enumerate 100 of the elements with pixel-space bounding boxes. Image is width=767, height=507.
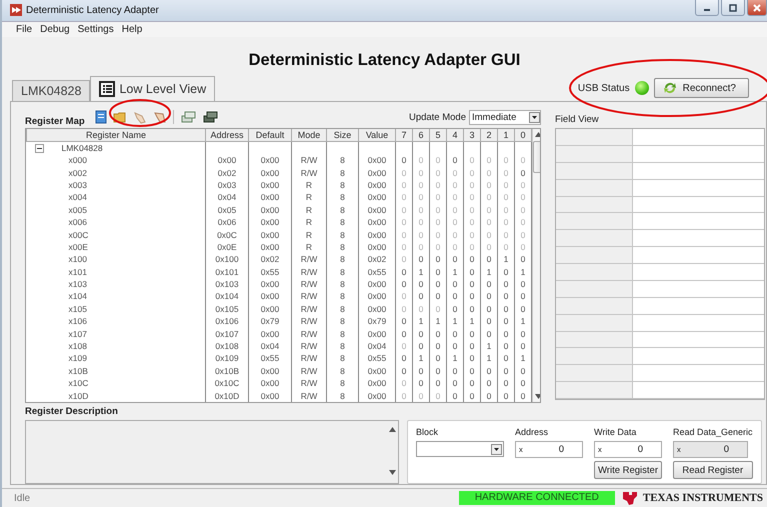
bit-cell[interactable]: 0 bbox=[464, 253, 480, 266]
bit-cell[interactable]: 0 bbox=[396, 327, 412, 340]
bit-cell[interactable]: 0 bbox=[430, 290, 446, 303]
bit-cell[interactable]: 1 bbox=[412, 352, 430, 365]
bit-cell[interactable]: 0 bbox=[480, 327, 498, 340]
bit-cell[interactable]: 0 bbox=[498, 389, 514, 402]
column-header[interactable]: 6 bbox=[412, 129, 430, 142]
bit-cell[interactable]: 1 bbox=[412, 266, 430, 278]
bit-cell[interactable]: 0 bbox=[446, 154, 464, 166]
column-header[interactable]: 5 bbox=[430, 129, 446, 142]
bit-cell[interactable]: 1 bbox=[446, 266, 464, 278]
bit-cell[interactable]: 0 bbox=[498, 352, 514, 365]
column-header[interactable]: 4 bbox=[446, 129, 464, 142]
bit-cell[interactable]: 0 bbox=[430, 253, 446, 266]
bit-cell[interactable]: 0 bbox=[480, 364, 498, 378]
bit-cell[interactable]: 0 bbox=[446, 290, 464, 303]
bit-cell[interactable]: 0 bbox=[498, 278, 514, 290]
bit-cell[interactable]: 0 bbox=[464, 364, 480, 378]
bit-cell[interactable]: 0 bbox=[480, 302, 498, 316]
bit-cell[interactable]: 0 bbox=[396, 364, 412, 378]
tree-node[interactable]: x006 bbox=[68, 217, 87, 228]
bit-cell[interactable]: 0 bbox=[446, 253, 464, 266]
bit-cell[interactable]: 0 bbox=[396, 315, 412, 328]
tree-node[interactable]: x107 bbox=[68, 328, 87, 339]
tree-node[interactable]: x104 bbox=[68, 291, 87, 302]
bit-cell[interactable]: 0 bbox=[498, 266, 514, 278]
tab[interactable]: LMK04828 bbox=[12, 80, 90, 101]
bit-cell[interactable]: 0 bbox=[498, 290, 514, 303]
bit-cell[interactable]: 0 bbox=[498, 302, 514, 316]
tree-node[interactable]: x105 bbox=[68, 304, 87, 314]
bit-cell[interactable]: 0 bbox=[480, 290, 498, 303]
tree-node[interactable]: x004 bbox=[68, 192, 87, 202]
tree-node[interactable]: x106 bbox=[68, 316, 87, 326]
bit-cell[interactable]: 0 bbox=[396, 266, 412, 278]
tree-node[interactable]: x108 bbox=[68, 341, 87, 352]
bit-cell[interactable]: 0 bbox=[498, 315, 514, 328]
column-header[interactable]: Value bbox=[358, 129, 396, 142]
bit-cell[interactable]: 0 bbox=[480, 377, 498, 390]
block-dropdown[interactable] bbox=[416, 441, 504, 457]
bit-cell[interactable]: 0 bbox=[498, 364, 514, 378]
bit-cell[interactable]: 0 bbox=[446, 340, 464, 352]
bit-cell[interactable]: 0 bbox=[464, 266, 480, 278]
bit-cell[interactable]: 0 bbox=[446, 389, 464, 402]
bit-cell[interactable]: 0 bbox=[396, 278, 412, 290]
register-button[interactable]: Write Register bbox=[594, 461, 662, 479]
register-button[interactable]: Read Register bbox=[673, 461, 753, 479]
document-icon[interactable] bbox=[95, 110, 107, 124]
bit-cell[interactable]: 0 bbox=[498, 377, 514, 390]
bit-cell[interactable]: 0 bbox=[412, 340, 430, 352]
collapse-icon[interactable] bbox=[34, 144, 44, 154]
tab[interactable]: Low Level View bbox=[90, 76, 216, 101]
bit-cell[interactable]: 0 bbox=[464, 340, 480, 352]
column-header[interactable]: 2 bbox=[480, 129, 498, 142]
column-header[interactable]: Size bbox=[326, 129, 358, 142]
bit-cell[interactable]: 0 bbox=[412, 278, 430, 290]
menu-item[interactable]: Debug bbox=[40, 24, 70, 35]
column-header[interactable]: 3 bbox=[464, 129, 480, 142]
bit-cell[interactable]: 0 bbox=[430, 278, 446, 290]
tree-node[interactable]: x003 bbox=[68, 180, 87, 190]
bit-cell[interactable]: 0 bbox=[430, 340, 446, 352]
bit-cell[interactable]: 1 bbox=[480, 340, 498, 352]
bit-cell[interactable]: 1 bbox=[412, 315, 430, 328]
tree-node[interactable]: x00C bbox=[68, 230, 88, 240]
bit-cell[interactable]: 0 bbox=[430, 352, 446, 365]
bit-cell[interactable]: 0 bbox=[430, 377, 446, 390]
bit-cell[interactable]: 0 bbox=[430, 327, 446, 340]
bit-cell[interactable]: 1 bbox=[498, 253, 514, 266]
column-header[interactable]: Default bbox=[248, 129, 292, 142]
tree-node[interactable]: x103 bbox=[68, 279, 87, 290]
bit-cell[interactable]: 0 bbox=[464, 327, 480, 340]
chip-stack-icon[interactable] bbox=[202, 110, 218, 124]
bit-cell[interactable]: 1 bbox=[480, 266, 498, 278]
bit-cell[interactable]: 0 bbox=[396, 352, 412, 365]
bit-cell[interactable]: 0 bbox=[464, 278, 480, 290]
column-header[interactable]: 1 bbox=[498, 129, 514, 142]
bit-cell[interactable]: 0 bbox=[464, 352, 480, 365]
bit-cell[interactable]: 0 bbox=[412, 327, 430, 340]
close-button[interactable] bbox=[747, 0, 767, 16]
bit-cell[interactable]: 1 bbox=[480, 352, 498, 365]
bit-cell[interactable]: 0 bbox=[498, 340, 514, 352]
folder-icon[interactable] bbox=[113, 111, 127, 123]
bit-cell[interactable]: 0 bbox=[446, 377, 464, 390]
tree-node[interactable]: x101 bbox=[68, 266, 87, 277]
tree-node[interactable]: x10B bbox=[68, 366, 88, 376]
column-header[interactable]: 7 bbox=[396, 129, 412, 142]
tree-node[interactable]: x002 bbox=[68, 168, 87, 178]
tree-node[interactable]: x000 bbox=[68, 155, 87, 166]
column-header[interactable]: Mode bbox=[292, 129, 326, 142]
bit-cell[interactable]: 0 bbox=[412, 364, 430, 378]
menu-item[interactable]: Settings bbox=[78, 24, 114, 35]
column-header[interactable]: 0 bbox=[514, 129, 532, 142]
bit-cell[interactable]: 0 bbox=[464, 290, 480, 303]
column-header[interactable]: Address bbox=[206, 129, 248, 142]
bit-cell[interactable]: 1 bbox=[446, 315, 464, 328]
tree-node[interactable]: x100 bbox=[68, 254, 87, 264]
column-header[interactable]: Register Name bbox=[26, 129, 206, 142]
bit-cell[interactable]: 1 bbox=[464, 315, 480, 328]
tree-node[interactable]: x10C bbox=[68, 378, 88, 388]
bit-cell[interactable]: 0 bbox=[412, 253, 430, 266]
bit-cell[interactable]: 0 bbox=[480, 253, 498, 266]
